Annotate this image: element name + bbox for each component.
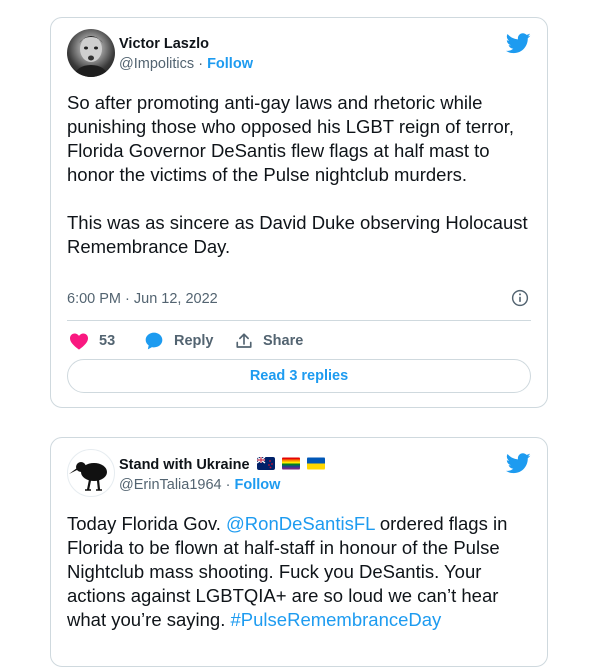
twitter-bird-icon[interactable]	[506, 453, 531, 474]
heart-icon	[70, 333, 88, 350]
tweet-card: Stand with Ukraine @ErinTalia1964 · Foll…	[50, 437, 548, 667]
twitter-bird-icon[interactable]	[506, 33, 531, 54]
tweet-card: Victor Laszlo @Impolitics · Follow So af…	[50, 17, 548, 408]
tweet-text-part: Today Florida Gov.	[67, 513, 227, 534]
author-handle-row: @Impolitics · Follow	[119, 56, 253, 72]
new-zealand-flag-icon	[256, 457, 275, 470]
mention-link[interactable]: @RonDeSantisFL	[226, 513, 375, 534]
tweet-timestamp[interactable]: 6:00 PM · Jun 12, 2022	[67, 291, 218, 307]
tweet-text: So after promoting anti-gay laws and rhe…	[67, 91, 537, 259]
ukraine-flag-icon	[306, 457, 325, 470]
author-handle[interactable]: @Impolitics	[119, 56, 194, 72]
share-arrow-icon	[236, 333, 252, 348]
author-name[interactable]: Stand with Ukraine	[119, 457, 250, 473]
speech-bubble-icon	[145, 332, 163, 350]
author-name[interactable]: Victor Laszlo	[119, 36, 209, 52]
follow-button[interactable]: Follow	[235, 477, 281, 493]
like-button[interactable]: 53	[69, 331, 115, 351]
reply-button[interactable]: Reply	[144, 331, 214, 351]
divider	[67, 320, 531, 321]
author-handle[interactable]: @ErinTalia1964	[119, 477, 222, 493]
share-button[interactable]: Share	[235, 331, 303, 351]
like-count: 53	[99, 333, 116, 349]
reply-label: Reply	[174, 333, 214, 349]
separator-dot: ·	[198, 56, 204, 72]
follow-button[interactable]: Follow	[207, 56, 253, 72]
author-handle-row: @ErinTalia1964 · Follow	[119, 477, 280, 493]
share-label: Share	[263, 333, 304, 349]
author-name-row: Stand with Ukraine	[119, 457, 325, 473]
author-avatar[interactable]	[67, 449, 115, 497]
rainbow-flag-icon	[281, 457, 300, 470]
tweet-text-paragraph: This was as sincere as David Duke observ…	[67, 212, 528, 257]
tweet-text: Today Florida Gov. @RonDeSantisFL ordere…	[67, 512, 537, 632]
hashtag-link[interactable]: #PulseRemembranceDay	[231, 609, 442, 630]
author-avatar[interactable]	[67, 29, 115, 77]
separator-dot: ·	[225, 477, 231, 493]
read-replies-button[interactable]: Read 3 replies	[67, 359, 531, 393]
info-icon[interactable]	[511, 289, 529, 307]
tweet-text-paragraph: So after promoting anti-gay laws and rhe…	[67, 92, 515, 185]
